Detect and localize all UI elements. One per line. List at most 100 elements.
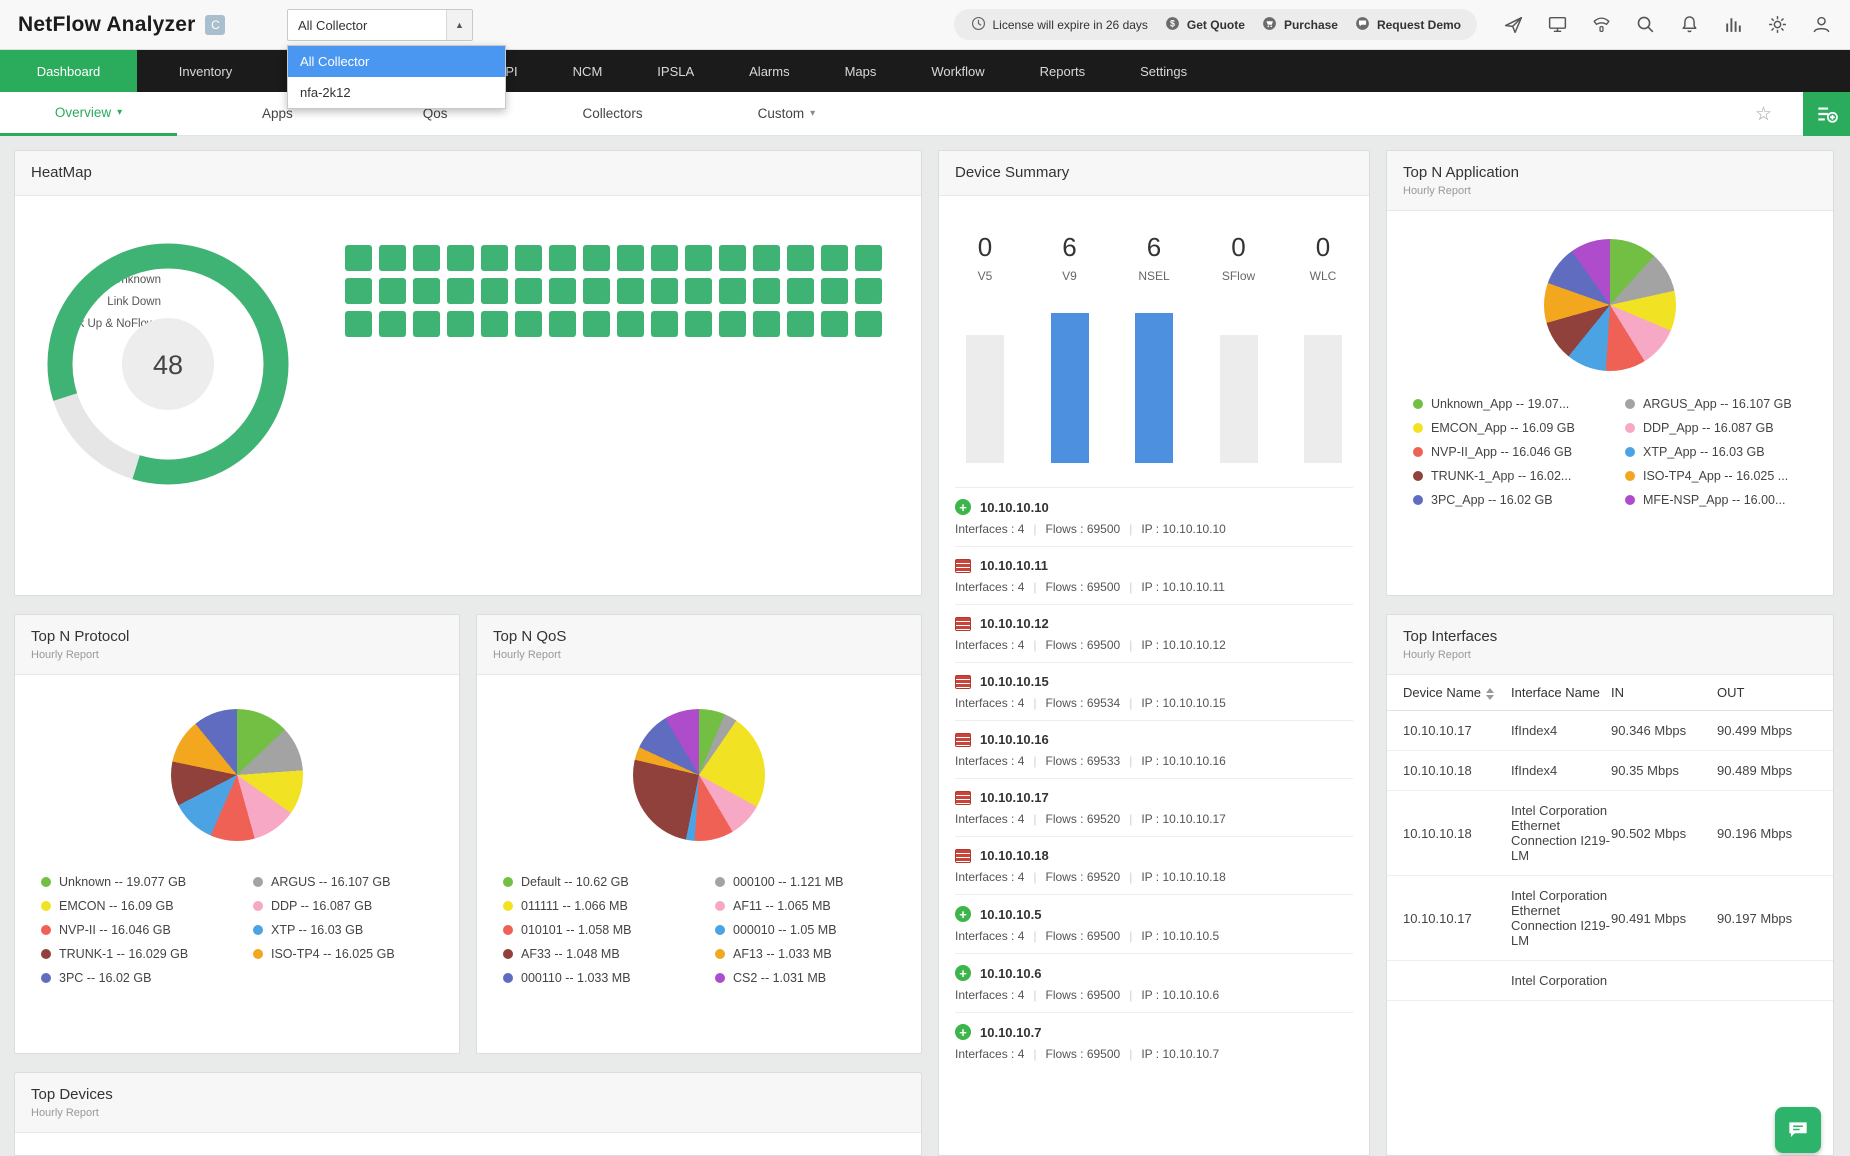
interface-device-name[interactable]: 10.10.10.18	[1387, 763, 1511, 778]
sort-icon[interactable]	[1486, 688, 1494, 700]
heatmap-cell[interactable]	[481, 311, 508, 337]
column-header-in[interactable]: IN	[1611, 685, 1717, 700]
device-row[interactable]: 10.10.10.17Interfaces : 4|Flows : 69520|…	[955, 778, 1353, 836]
heatmap-cell[interactable]	[719, 278, 746, 304]
device-name[interactable]: 10.10.10.11	[980, 558, 1048, 573]
heatmap-cell[interactable]	[481, 245, 508, 271]
screen-icon[interactable]	[1547, 14, 1568, 35]
device-row[interactable]: +10.10.10.7Interfaces : 4|Flows : 69500|…	[955, 1012, 1353, 1071]
heatmap-cell[interactable]	[447, 245, 474, 271]
heatmap-cell[interactable]	[379, 278, 406, 304]
heatmap-cell[interactable]	[685, 245, 712, 271]
device-row[interactable]: +10.10.10.10Interfaces : 4|Flows : 69500…	[955, 487, 1353, 546]
heatmap-cell[interactable]	[753, 311, 780, 337]
heatmap-cell[interactable]	[549, 245, 576, 271]
heatmap-cell[interactable]	[855, 278, 882, 304]
heatmap-cell[interactable]	[549, 311, 576, 337]
heatmap-cell[interactable]	[515, 245, 542, 271]
stats-icon[interactable]	[1723, 14, 1744, 35]
top_n_protocol-pie[interactable]	[171, 709, 303, 841]
heatmap-cell[interactable]	[617, 278, 644, 304]
search-icon[interactable]	[1635, 14, 1656, 35]
top_n_application-pie[interactable]	[1544, 239, 1676, 371]
heatmap-cell[interactable]	[651, 245, 678, 271]
nav-item-inventory[interactable]: Inventory	[137, 50, 274, 92]
collector-option-all-collector[interactable]: All Collector	[288, 46, 505, 77]
add-dashboard-button[interactable]	[1803, 92, 1850, 136]
flow-count-bar[interactable]	[1051, 313, 1089, 463]
heatmap-cell[interactable]	[719, 311, 746, 337]
heatmap-cell[interactable]	[345, 245, 372, 271]
collector-option-nfa-2k12[interactable]: nfa-2k12	[288, 77, 505, 108]
top_n_qos-pie[interactable]	[633, 709, 765, 841]
rocket-icon[interactable]	[1503, 14, 1524, 35]
flow-count-bar[interactable]	[1135, 313, 1173, 463]
bell-icon[interactable]	[1679, 14, 1700, 35]
heatmap-cell[interactable]	[447, 278, 474, 304]
heatmap-cell[interactable]	[753, 245, 780, 271]
device-row[interactable]: 10.10.10.15Interfaces : 4|Flows : 69534|…	[955, 662, 1353, 720]
heatmap-cell[interactable]	[787, 245, 814, 271]
device-row[interactable]: 10.10.10.16Interfaces : 4|Flows : 69533|…	[955, 720, 1353, 778]
interface-device-name[interactable]: 10.10.10.17	[1387, 723, 1511, 738]
device-name[interactable]: 10.10.10.6	[980, 966, 1041, 981]
heatmap-cell[interactable]	[379, 245, 406, 271]
heatmap-cell[interactable]	[651, 311, 678, 337]
interface-row[interactable]: 10.10.10.18IfIndex490.35 Mbps90.489 Mbps	[1387, 751, 1833, 791]
favorite-star-icon[interactable]: ☆	[1755, 103, 1772, 126]
heatmap-cell[interactable]	[685, 311, 712, 337]
heatmap-cell[interactable]	[617, 245, 644, 271]
nav-item-ncm[interactable]: NCM	[573, 50, 603, 92]
column-header-interface-name[interactable]: Interface Name	[1511, 685, 1611, 700]
device-name[interactable]: 10.10.10.10	[980, 500, 1049, 515]
user-icon[interactable]	[1811, 14, 1832, 35]
topbar-action-request-demo[interactable]: Request Demo	[1354, 15, 1461, 35]
heatmap-cell[interactable]	[549, 278, 576, 304]
heatmap-cell[interactable]	[855, 245, 882, 271]
interface-row[interactable]: Intel Corporation	[1387, 961, 1833, 1001]
nav-item-workflow[interactable]: Workflow	[931, 50, 984, 92]
heatmap-cell[interactable]	[787, 278, 814, 304]
interface-row[interactable]: 10.10.10.17Intel Corporation Ethernet Co…	[1387, 876, 1833, 961]
device-row[interactable]: 10.10.10.11Interfaces : 4|Flows : 69500|…	[955, 546, 1353, 604]
heatmap-cell[interactable]	[413, 245, 440, 271]
heatmap-cell[interactable]	[413, 311, 440, 337]
nav-item-reports[interactable]: Reports	[1040, 50, 1086, 92]
interface-row[interactable]: 10.10.10.18Intel Corporation Ethernet Co…	[1387, 791, 1833, 876]
heatmap-cell[interactable]	[719, 245, 746, 271]
device-row[interactable]: 10.10.10.12Interfaces : 4|Flows : 69500|…	[955, 604, 1353, 662]
device-row[interactable]: +10.10.10.6Interfaces : 4|Flows : 69500|…	[955, 953, 1353, 1012]
heatmap-cell[interactable]	[685, 278, 712, 304]
device-name[interactable]: 10.10.10.12	[980, 616, 1049, 631]
heatmap-cell[interactable]	[515, 278, 542, 304]
heatmap-donut[interactable]: 48	[33, 229, 303, 499]
flow-count-bar[interactable]	[966, 335, 1004, 463]
nav-item-dashboard[interactable]: Dashboard	[0, 50, 137, 92]
tab-collectors[interactable]: Collectors	[583, 92, 643, 136]
heatmap-cell[interactable]	[617, 311, 644, 337]
heatmap-cell[interactable]	[787, 311, 814, 337]
interface-device-name[interactable]: 10.10.10.18	[1387, 826, 1511, 841]
heatmap-cell[interactable]	[447, 311, 474, 337]
heatmap-cell[interactable]	[821, 245, 848, 271]
heatmap-cell[interactable]	[821, 311, 848, 337]
device-name[interactable]: 10.10.10.18	[980, 848, 1049, 863]
topbar-action-purchase[interactable]: Purchase	[1261, 15, 1338, 35]
feedback-chat-button[interactable]	[1775, 1107, 1821, 1153]
heatmap-cell[interactable]	[753, 278, 780, 304]
heatmap-cell[interactable]	[481, 278, 508, 304]
heatmap-cell[interactable]	[821, 278, 848, 304]
nav-item-alarms[interactable]: Alarms	[749, 50, 789, 92]
device-row[interactable]: 10.10.10.18Interfaces : 4|Flows : 69520|…	[955, 836, 1353, 894]
heatmap-cell[interactable]	[583, 311, 610, 337]
device-name[interactable]: 10.10.10.17	[980, 790, 1049, 805]
heatmap-cell[interactable]	[379, 311, 406, 337]
phone-icon[interactable]	[1591, 14, 1612, 35]
heatmap-cell[interactable]	[583, 245, 610, 271]
device-name[interactable]: 10.10.10.7	[980, 1025, 1041, 1040]
heatmap-cell[interactable]	[651, 278, 678, 304]
collector-select[interactable]: All Collector ▲	[287, 9, 473, 41]
nav-item-ipsla[interactable]: IPSLA	[657, 50, 694, 92]
device-row[interactable]: +10.10.10.5Interfaces : 4|Flows : 69500|…	[955, 894, 1353, 953]
nav-item-settings[interactable]: Settings	[1140, 50, 1187, 92]
